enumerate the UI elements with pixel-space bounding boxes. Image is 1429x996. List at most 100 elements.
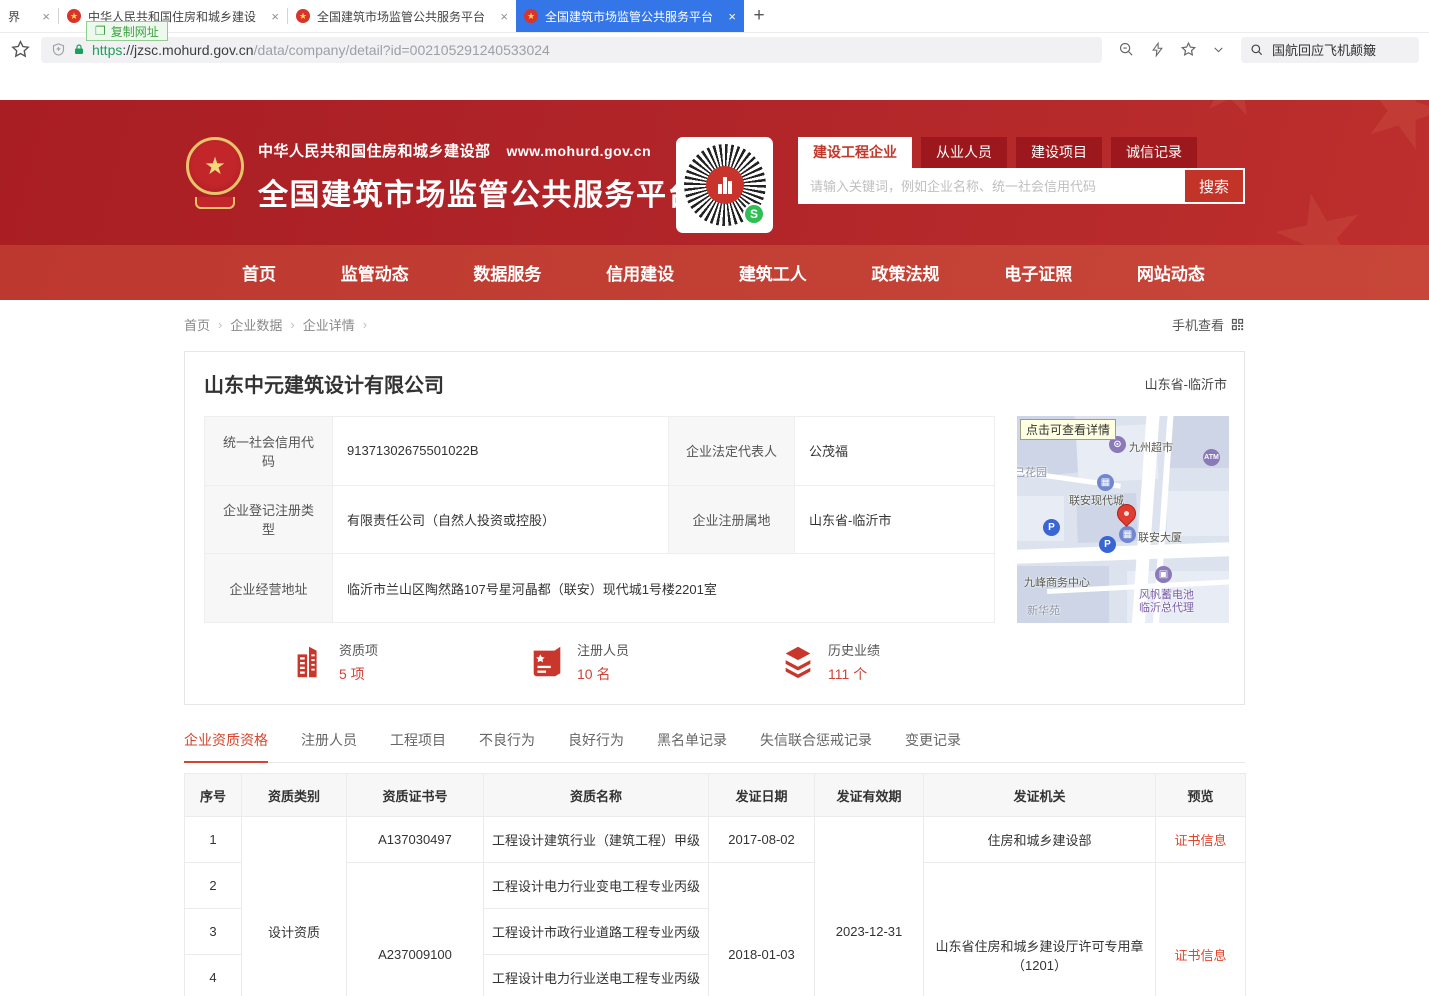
cell-cert-no: A137030497 bbox=[347, 817, 484, 863]
flash-icon[interactable] bbox=[1150, 41, 1165, 58]
chevron-down-icon[interactable] bbox=[1212, 43, 1225, 56]
keyword-search-input[interactable] bbox=[798, 168, 1183, 204]
col-header-authority: 发证机关 bbox=[924, 774, 1156, 817]
platform-search-module: 建设工程企业 从业人员 建设项目 诚信记录 搜索 bbox=[798, 137, 1245, 204]
site-header-banner: ★ ★ ★ ★ 中华人民共和国住房和城乡建设部www.mohurd.gov.cn… bbox=[0, 100, 1429, 245]
col-header-category: 资质类别 bbox=[242, 774, 347, 817]
search-button[interactable]: 搜索 bbox=[1183, 168, 1245, 204]
stat-value: 5 项 bbox=[339, 664, 378, 684]
stat-qualifications[interactable]: 资质项 5 项 bbox=[290, 640, 378, 684]
map-label-lianan-tower: 联安大厦 bbox=[1138, 529, 1182, 545]
cell-issue-date: 2017-08-02 bbox=[709, 817, 815, 863]
tab-close-icon[interactable]: × bbox=[271, 9, 279, 24]
layers-icon bbox=[779, 643, 817, 681]
field-value: 山东省-临沂市 bbox=[795, 485, 995, 554]
mobile-view-button[interactable]: 手机查看 bbox=[1172, 315, 1245, 334]
stat-label: 历史业绩 bbox=[828, 640, 880, 659]
breadcrumb-row: 首页 › 企业数据 › 企业详情 › 手机查看 bbox=[184, 315, 1245, 334]
emblem-favicon-icon: ★ bbox=[524, 9, 538, 23]
mobile-view-label: 手机查看 bbox=[1172, 315, 1224, 334]
emblem-favicon-icon: ★ bbox=[296, 9, 310, 23]
company-detail-card: 山东中元建筑设计有限公司 山东省-临沂市 统一社会信用代码 9137130267… bbox=[184, 351, 1245, 705]
battery-pin-icon: ▣ bbox=[1155, 566, 1172, 583]
nav-item-credit[interactable]: 信用建设 bbox=[606, 260, 674, 285]
tab-title: 界 bbox=[8, 8, 35, 25]
search-tab-credit[interactable]: 诚信记录 bbox=[1111, 137, 1197, 168]
shield-icon[interactable] bbox=[51, 42, 66, 57]
cell-name: 工程设计电力行业送电工程专业丙级 bbox=[484, 955, 709, 996]
tab-dishonesty-records[interactable]: 失信联合惩戒记录 bbox=[760, 730, 872, 762]
tab-bad-behavior[interactable]: 不良行为 bbox=[479, 730, 535, 762]
nav-item-home[interactable]: 首页 bbox=[242, 260, 276, 285]
company-info-table: 统一社会信用代码 91371302675501022B 企业法定代表人 公茂福 … bbox=[204, 416, 995, 623]
lock-icon bbox=[73, 43, 85, 56]
cell-preview: 证书信息 bbox=[1156, 863, 1246, 996]
chevron-right-icon: › bbox=[363, 317, 367, 332]
breadcrumb-company-detail[interactable]: 企业详情 bbox=[303, 315, 355, 334]
zoom-out-icon[interactable] bbox=[1118, 41, 1135, 58]
col-header-preview: 预览 bbox=[1156, 774, 1246, 817]
qr-code-icon bbox=[1230, 317, 1245, 332]
certificate-info-link[interactable]: 证书信息 bbox=[1174, 833, 1226, 848]
atm-pin-icon: ATM bbox=[1203, 449, 1220, 466]
nav-item-workers[interactable]: 建筑工人 bbox=[739, 260, 807, 285]
chevron-right-icon: › bbox=[290, 317, 294, 332]
tab-change-records[interactable]: 变更记录 bbox=[905, 730, 961, 762]
breadcrumb: 首页 › 企业数据 › 企业详情 › bbox=[184, 315, 367, 334]
field-label: 企业登记注册类型 bbox=[205, 485, 333, 554]
tab-projects[interactable]: 工程项目 bbox=[390, 730, 446, 762]
parking-pin-icon: P bbox=[1099, 536, 1116, 553]
field-value: 公茂福 bbox=[795, 417, 995, 486]
tab-close-icon[interactable]: × bbox=[728, 9, 736, 24]
browser-search-box[interactable]: 国航回应飞机颠簸 bbox=[1241, 37, 1419, 63]
tab-qualifications[interactable]: 企业资质资格 bbox=[184, 730, 268, 763]
search-tab-project[interactable]: 建设项目 bbox=[1016, 137, 1102, 168]
cell-validity: 2023-12-31 bbox=[815, 817, 924, 996]
table-row: 企业经营地址 临沂市兰山区陶然路107号星河晶都（联安）现代城1号楼2201室 bbox=[205, 554, 995, 623]
search-tab-enterprise[interactable]: 建设工程企业 bbox=[798, 137, 912, 168]
search-tab-personnel[interactable]: 从业人员 bbox=[921, 137, 1007, 168]
cell-cert-no: A237009100 bbox=[347, 863, 484, 996]
stat-value: 10 名 bbox=[577, 664, 629, 684]
table-row: 企业登记注册类型 有限责任公司（自然人投资或控股） 企业注册属地 山东省-临沂市 bbox=[205, 485, 995, 554]
browser-tab-0[interactable]: 界 × bbox=[0, 0, 58, 32]
nav-item-certificates[interactable]: 电子证照 bbox=[1004, 260, 1072, 285]
company-region: 山东省-临沂市 bbox=[1145, 374, 1227, 393]
wechat-mini-program-icon: S bbox=[743, 203, 765, 225]
cell-name: 工程设计电力行业变电工程专业丙级 bbox=[484, 863, 709, 909]
platform-title: 全国建筑市场监管公共服务平台 bbox=[258, 170, 699, 214]
qr-center-logo bbox=[706, 166, 744, 204]
stat-registered-personnel[interactable]: 注册人员 10 名 bbox=[528, 640, 629, 684]
certificate-info-link[interactable]: 证书信息 bbox=[1174, 948, 1226, 963]
field-value: 有限责任公司（自然人投资或控股） bbox=[333, 485, 669, 554]
map-tooltip: 点击可查看详情 bbox=[1020, 419, 1116, 440]
stat-historical-performance[interactable]: 历史业绩 111 个 bbox=[779, 640, 880, 684]
browser-tab-3-active[interactable]: ★ 全国建筑市场监管公共服务平台 × bbox=[516, 0, 744, 32]
field-label: 企业经营地址 bbox=[205, 554, 333, 623]
browser-tab-bar: 界 × ★ 中华人民共和国住房和城乡建设 × ★ 全国建筑市场监管公共服务平台 … bbox=[0, 0, 1429, 33]
tab-blacklist[interactable]: 黑名单记录 bbox=[657, 730, 727, 762]
browser-tab-2[interactable]: ★ 全国建筑市场监管公共服务平台 × bbox=[288, 0, 516, 32]
map-road bbox=[1017, 542, 1229, 564]
breadcrumb-home[interactable]: 首页 bbox=[184, 315, 210, 334]
bookmark-star-icon[interactable] bbox=[10, 39, 31, 60]
col-header-validity: 发证有效期 bbox=[815, 774, 924, 817]
ministry-url: www.mohurd.gov.cn bbox=[507, 143, 652, 159]
nav-item-site-news[interactable]: 网站动态 bbox=[1137, 260, 1205, 285]
url-host: ://jzsc.mohurd.gov.cn bbox=[122, 42, 253, 58]
breadcrumb-company-data[interactable]: 企业数据 bbox=[230, 315, 282, 334]
tab-close-icon[interactable]: × bbox=[42, 9, 50, 24]
tab-registered-personnel[interactable]: 注册人员 bbox=[301, 730, 357, 762]
favorite-star-icon[interactable] bbox=[1180, 41, 1197, 58]
building-pin-icon: ▦ bbox=[1119, 526, 1136, 543]
site-brand: 中华人民共和国住房和城乡建设部www.mohurd.gov.cn 全国建筑市场监… bbox=[258, 140, 699, 214]
company-location-map[interactable]: 点击可查看详情 ⊙ 九州超市 ATM 己花园 ▦ 联安现代城 ▦ 联安大厦 P … bbox=[1017, 416, 1229, 623]
tab-close-icon[interactable]: × bbox=[500, 9, 508, 24]
nav-item-data-service[interactable]: 数据服务 bbox=[473, 260, 541, 285]
new-tab-button[interactable]: + bbox=[744, 0, 774, 32]
nav-item-policy[interactable]: 政策法规 bbox=[872, 260, 940, 285]
address-bar[interactable]: https://jzsc.mohurd.gov.cn/data/company/… bbox=[41, 37, 1102, 63]
nav-item-supervision[interactable]: 监管动态 bbox=[341, 260, 409, 285]
copy-url-tooltip: ❐ 复制网址 bbox=[86, 21, 168, 41]
tab-good-behavior[interactable]: 良好行为 bbox=[568, 730, 624, 762]
